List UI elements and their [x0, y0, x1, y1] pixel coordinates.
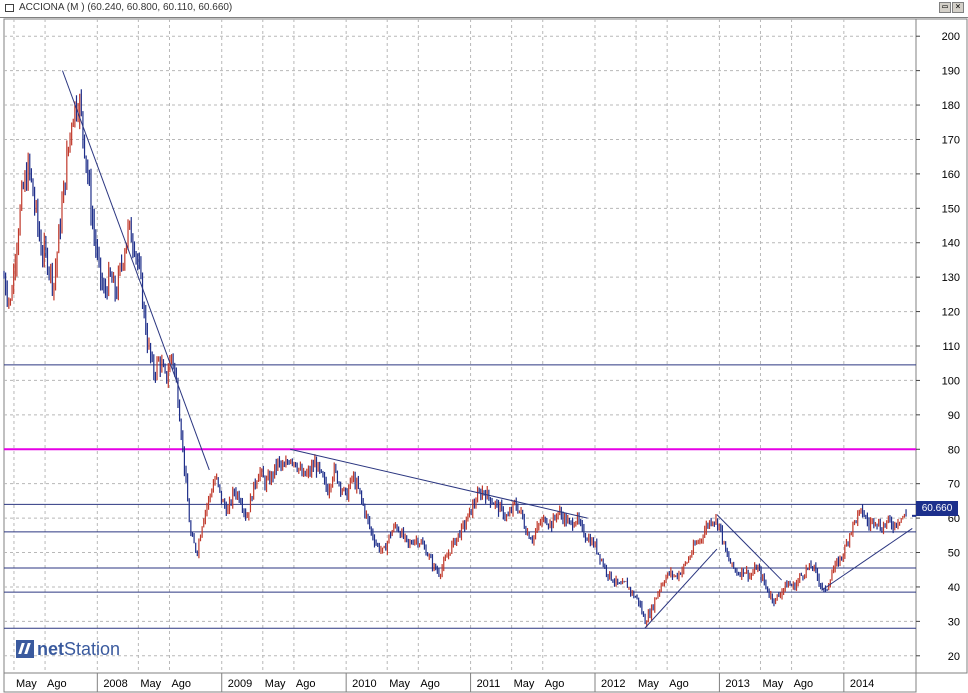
- x-tick-label: 2011: [477, 678, 501, 690]
- y-tick-label: 130: [942, 272, 960, 284]
- y-tick-label: 190: [942, 66, 960, 78]
- y-tick-label: 150: [942, 203, 960, 215]
- y-tick-label: 180: [942, 100, 960, 112]
- price-chart[interactable]: 2030405060708090100110120130140150160170…: [0, 17, 968, 693]
- y-tick-label: 30: [948, 616, 960, 628]
- x-tick-label: 2014: [850, 678, 874, 690]
- x-tick-label: 2013: [725, 678, 749, 690]
- x-tick-label: Ago: [420, 678, 440, 690]
- x-tick-label: May: [514, 678, 535, 690]
- window-icon: [5, 4, 14, 12]
- y-tick-label: 120: [942, 307, 960, 319]
- x-tick-label: 2009: [228, 678, 252, 690]
- x-tick-label: Ago: [669, 678, 689, 690]
- chart-window: ACCIONA (M ) (60.240, 60.800, 60.110, 60…: [0, 0, 968, 693]
- logo-prefix: net: [37, 638, 64, 659]
- y-tick-label: 80: [948, 444, 960, 456]
- y-tick-label: 160: [942, 169, 960, 181]
- window-title: ACCIONA (M ) (60.240, 60.800, 60.110, 60…: [19, 2, 233, 13]
- y-tick-label: 70: [948, 479, 960, 491]
- title-bar[interactable]: ACCIONA (M ) (60.240, 60.800, 60.110, 60…: [0, 0, 968, 18]
- logo-suffix: Station: [64, 638, 121, 659]
- restore-button[interactable]: ▭: [939, 2, 951, 13]
- netstation-logo: net Station: [16, 638, 120, 660]
- x-tick-label: May: [16, 678, 37, 690]
- y-tick-label: 140: [942, 238, 960, 250]
- x-tick-label: May: [140, 678, 161, 690]
- y-tick-label: 200: [942, 31, 960, 43]
- y-tick-label: 170: [942, 134, 960, 146]
- x-tick-label: Ago: [171, 678, 191, 690]
- y-tick-label: 110: [942, 341, 960, 353]
- x-tick-label: Ago: [545, 678, 565, 690]
- y-tick-label: 50: [948, 548, 960, 560]
- x-tick-label: Ago: [47, 678, 67, 690]
- last-price-tag: 60.660: [916, 501, 958, 516]
- y-tick-label: 100: [942, 375, 960, 387]
- x-tick-label: 2008: [103, 678, 127, 690]
- x-tick-label: May: [762, 678, 783, 690]
- x-tick-label: Ago: [794, 678, 814, 690]
- y-tick-label: 20: [948, 651, 960, 663]
- x-tick-label: May: [638, 678, 659, 690]
- x-tick-label: 2012: [601, 678, 625, 690]
- netstation-logo-icon: [16, 640, 34, 658]
- y-tick-label: 40: [948, 582, 960, 594]
- x-tick-label: May: [265, 678, 286, 690]
- close-button[interactable]: ×: [952, 2, 964, 13]
- x-tick-label: May: [389, 678, 410, 690]
- y-tick-label: 90: [948, 410, 960, 422]
- x-tick-label: 2010: [352, 678, 376, 690]
- x-tick-label: Ago: [296, 678, 316, 690]
